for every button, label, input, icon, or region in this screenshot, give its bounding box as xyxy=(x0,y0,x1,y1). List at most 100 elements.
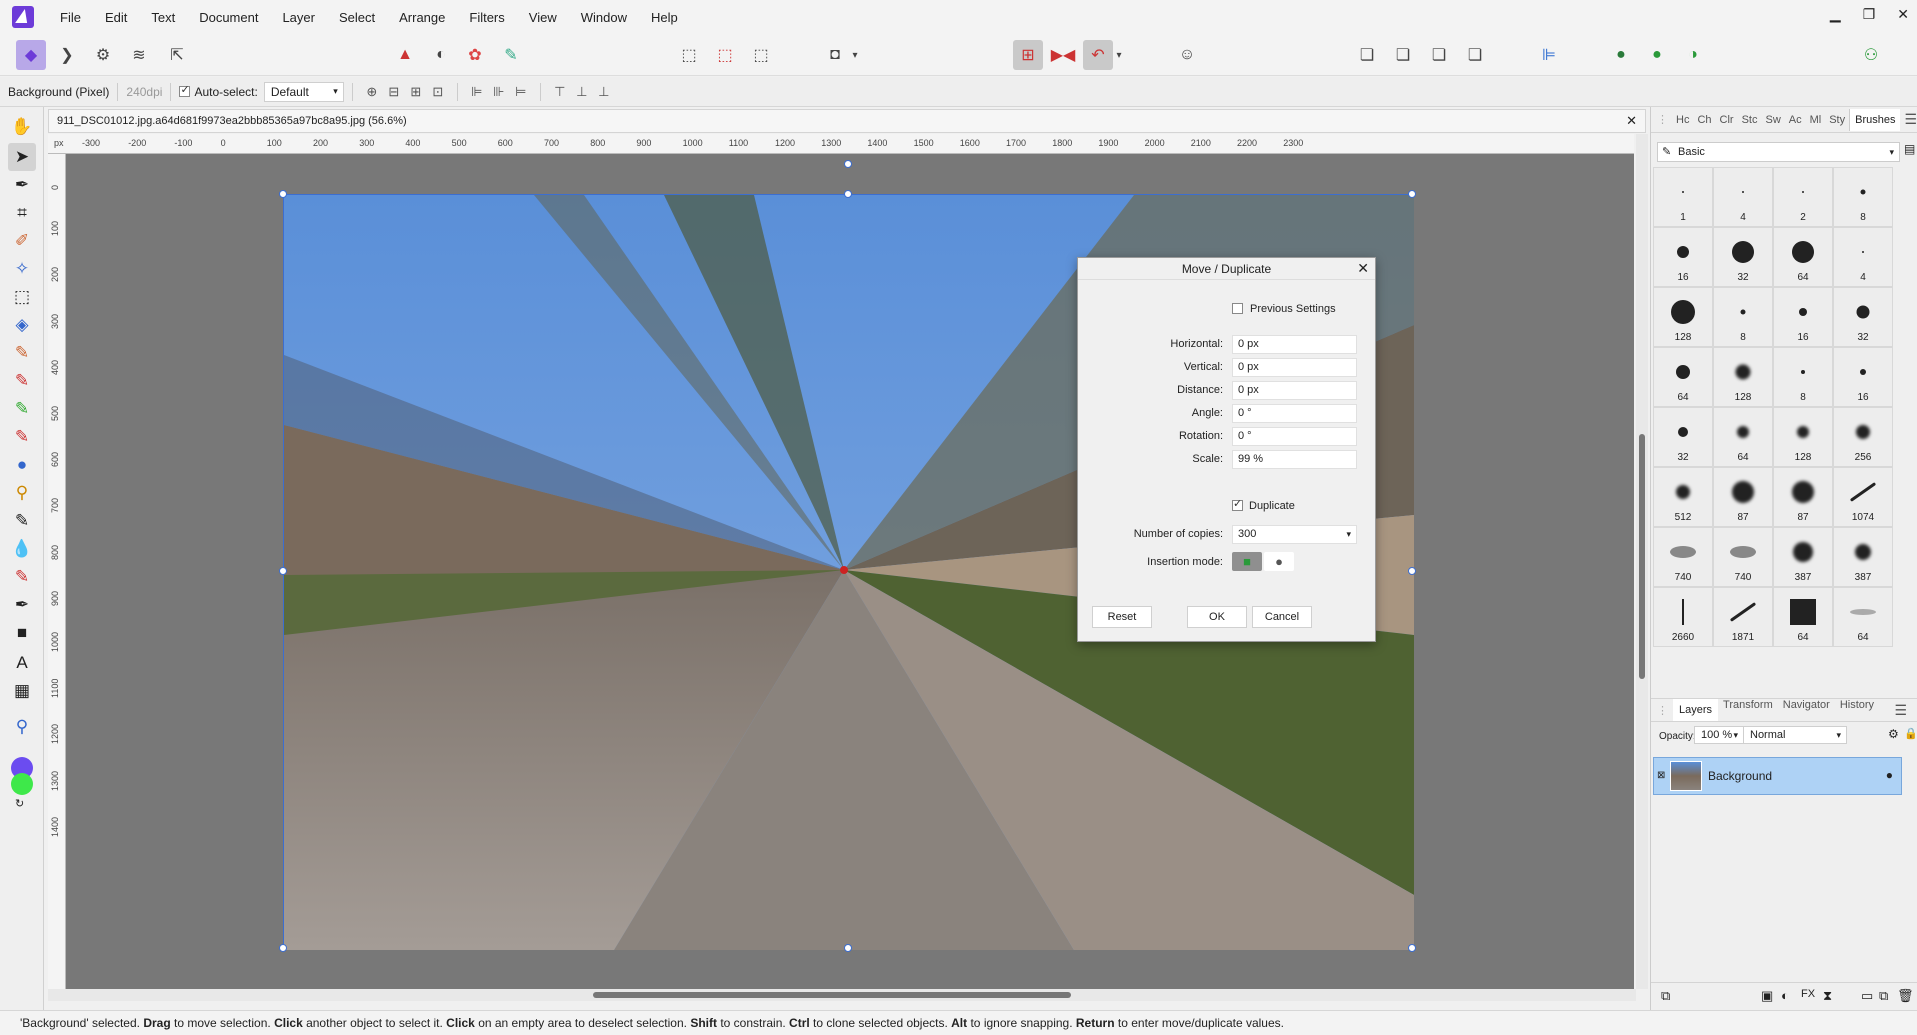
smudge-brush-icon[interactable]: ✎ xyxy=(8,563,36,591)
brush-preset[interactable]: 64 xyxy=(1713,407,1773,467)
brush-preset[interactable]: 32 xyxy=(1653,407,1713,467)
resize-handle[interactable] xyxy=(1408,944,1416,952)
brush-view-icon[interactable]: ▤ xyxy=(1904,142,1915,156)
align-top-icon[interactable]: ⊤ xyxy=(549,82,571,102)
brush-preset[interactable]: 2 xyxy=(1773,167,1833,227)
clone-brush-icon[interactable]: ⚲ xyxy=(8,479,36,507)
insert-behind-icon[interactable]: ■ xyxy=(1232,552,1262,571)
menu-select[interactable]: Select xyxy=(327,10,387,25)
previous-settings-checkbox[interactable] xyxy=(1232,303,1243,314)
secondary-color-swatch[interactable] xyxy=(11,773,33,795)
close-document-icon[interactable]: ✕ xyxy=(1626,113,1637,129)
menu-edit[interactable]: Edit xyxy=(93,10,139,25)
auto-select-checkbox[interactable] xyxy=(179,83,191,97)
brush-preset[interactable]: 128 xyxy=(1773,407,1833,467)
resize-handle[interactable] xyxy=(279,190,287,198)
tab-sty[interactable]: Sty xyxy=(1825,114,1849,126)
dodge-brush-icon[interactable]: ● xyxy=(8,451,36,479)
brush-category-dropdown[interactable]: ✎ Basic ▾ xyxy=(1657,142,1900,162)
brush-preset[interactable]: 64 xyxy=(1773,587,1833,647)
blend-mode-dropdown[interactable]: Normal ▾ xyxy=(1743,726,1847,744)
tab-navigator[interactable]: Navigator xyxy=(1778,699,1835,721)
close-icon[interactable]: ✕ xyxy=(1357,260,1369,277)
brush-preset[interactable]: 64 xyxy=(1653,347,1713,407)
minimize-icon[interactable]: ▁ xyxy=(1830,6,1841,23)
menu-text[interactable]: Text xyxy=(139,10,187,25)
panel-menu-icon[interactable]: ☰ xyxy=(1889,702,1912,719)
align-bottom-icon[interactable]: ⊥ xyxy=(593,82,615,102)
arrange-backward-icon[interactable]: ❏ xyxy=(1388,40,1418,70)
menu-view[interactable]: View xyxy=(517,10,569,25)
align-center-h-icon[interactable]: ⊟ xyxy=(383,82,405,102)
tab-sw[interactable]: Sw xyxy=(1761,114,1784,126)
marquee-tool-icon[interactable]: ⬚ xyxy=(8,283,36,311)
resize-handle[interactable] xyxy=(844,944,852,952)
tab-brushes[interactable]: Brushes xyxy=(1849,108,1901,131)
brush-preset[interactable]: 64 xyxy=(1773,227,1833,287)
brush-preset[interactable]: 16 xyxy=(1833,347,1893,407)
brush-preset[interactable]: 64 xyxy=(1833,587,1893,647)
fx-icon[interactable]: FX xyxy=(1801,988,1815,1000)
layer-options-icon[interactable]: ⧉ xyxy=(1661,988,1670,1004)
brush-preset[interactable]: 4 xyxy=(1833,227,1893,287)
distribute-icon[interactable]: ⊡ xyxy=(427,82,449,102)
lock-icon[interactable]: 🔒 xyxy=(1904,727,1917,740)
menu-filters[interactable]: Filters xyxy=(457,10,516,25)
document-tab[interactable]: 911_DSC01012.jpg.a64d681f9973ea2bbb85365… xyxy=(48,109,1646,133)
align-right-icon[interactable]: ⊨ xyxy=(510,82,532,102)
resize-handle[interactable] xyxy=(844,190,852,198)
liquify-persona-icon[interactable]: ❯ xyxy=(52,40,82,70)
mesh-warp-icon[interactable]: ▦ xyxy=(8,677,36,705)
brush-preset[interactable]: 740 xyxy=(1713,527,1773,587)
brush-preset[interactable]: 1 xyxy=(1653,167,1713,227)
snapping-icon[interactable]: ⊞ xyxy=(1013,40,1043,70)
menu-arrange[interactable]: Arrange xyxy=(387,10,457,25)
subtract-boolean-icon[interactable]: ● xyxy=(1642,40,1672,70)
pen-tool-icon[interactable]: ✒ xyxy=(8,591,36,619)
align-icon[interactable]: ⊫ xyxy=(1534,40,1564,70)
selection-brush-icon[interactable]: ✐ xyxy=(8,227,36,255)
swap-colors-icon[interactable]: ↻ xyxy=(15,797,24,810)
menu-help[interactable]: Help xyxy=(639,10,690,25)
brush-preset[interactable]: 1871 xyxy=(1713,587,1773,647)
restore-icon[interactable]: ❐ xyxy=(1863,6,1876,23)
brush-preset[interactable]: 8 xyxy=(1713,287,1773,347)
gear-icon[interactable]: ⚙ xyxy=(1888,727,1899,741)
brush-preset[interactable]: 128 xyxy=(1653,287,1713,347)
brush-preset[interactable]: 740 xyxy=(1653,527,1713,587)
deselect-icon[interactable]: ⬚ xyxy=(710,40,740,70)
tab-hc[interactable]: Hc xyxy=(1672,114,1693,126)
delete-icon[interactable]: 🗑 xyxy=(1897,988,1914,1004)
arrange-back-icon[interactable]: ❏ xyxy=(1352,40,1382,70)
assistant-icon[interactable]: ☺ xyxy=(1172,40,1202,70)
brush-preset[interactable]: 8 xyxy=(1833,167,1893,227)
cancel-button[interactable]: Cancel xyxy=(1252,606,1312,628)
resize-handle[interactable] xyxy=(279,567,287,575)
crop-tool-icon[interactable]: ⌗ xyxy=(8,199,36,227)
brush-preset[interactable]: 16 xyxy=(1653,227,1713,287)
tab-clr[interactable]: Clr xyxy=(1716,114,1738,126)
marquee-selection-icon[interactable]: ⬚ xyxy=(674,40,704,70)
undo-icon[interactable]: ↶ xyxy=(1083,40,1113,70)
duplicate-checkbox[interactable] xyxy=(1232,497,1243,511)
tab-ch[interactable]: Ch xyxy=(1693,114,1715,126)
tab-stc[interactable]: Stc xyxy=(1738,114,1762,126)
brush-preset[interactable]: 8 xyxy=(1773,347,1833,407)
chevron-down-icon[interactable]: ▾ xyxy=(1112,40,1126,70)
blur-brush-icon[interactable]: 💧 xyxy=(8,535,36,563)
auto-contrast-icon[interactable]: ◐ xyxy=(426,40,456,70)
healing-brush-icon[interactable]: ✎ xyxy=(8,507,36,535)
tab-transform[interactable]: Transform xyxy=(1718,699,1778,721)
add-boolean-icon[interactable]: ● xyxy=(1606,40,1636,70)
brush-preset[interactable]: 128 xyxy=(1713,347,1773,407)
move-tool-icon[interactable]: ➤ xyxy=(8,143,36,171)
mask-icon[interactable]: ▣ xyxy=(1761,988,1773,1004)
export-persona-icon[interactable]: ⇱ xyxy=(162,40,192,70)
text-tool-icon[interactable]: A xyxy=(8,649,36,677)
brush-preset[interactable]: 87 xyxy=(1713,467,1773,527)
vertical-scrollbar[interactable] xyxy=(1636,134,1648,989)
flood-select-icon[interactable]: ✧ xyxy=(8,255,36,283)
photo-persona-icon[interactable]: ◆ xyxy=(16,40,46,70)
horizontal-scrollbar[interactable] xyxy=(48,989,1636,1001)
view-hand-icon[interactable]: ✋ xyxy=(8,113,36,141)
